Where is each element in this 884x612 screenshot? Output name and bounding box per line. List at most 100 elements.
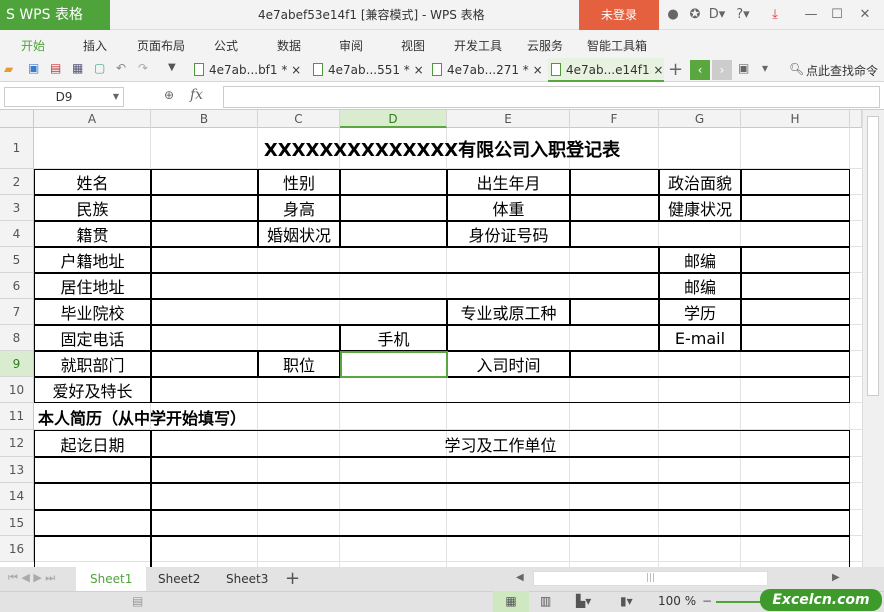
settings-icon[interactable]: ✪ bbox=[686, 6, 704, 24]
tab-scroll-left-icon[interactable]: ‹ bbox=[690, 60, 710, 80]
cell-A15[interactable] bbox=[34, 510, 151, 536]
select-all-corner[interactable] bbox=[0, 110, 34, 128]
sheet-tab-2[interactable]: Sheet2 bbox=[144, 567, 214, 591]
help-icon[interactable]: ?▾ bbox=[734, 6, 752, 24]
row-header-15[interactable]: 15 bbox=[0, 510, 34, 536]
cell-A13[interactable] bbox=[34, 457, 151, 483]
cell-B7[interactable] bbox=[151, 299, 447, 325]
cell-B4[interactable] bbox=[151, 221, 258, 247]
menu-view[interactable]: 视图 bbox=[401, 37, 425, 54]
open-icon[interactable]: ▰ bbox=[4, 62, 13, 76]
add-sheet-icon[interactable]: + bbox=[285, 568, 300, 589]
name-box[interactable]: D9 ▼ bbox=[4, 87, 124, 107]
close-icon[interactable]: ✕ bbox=[856, 6, 874, 24]
cell-gender[interactable]: 性别 bbox=[258, 169, 340, 195]
cell-email[interactable]: E-mail bbox=[659, 325, 741, 351]
cell-H2[interactable] bbox=[741, 169, 850, 195]
sheet-tab-3[interactable]: Sheet3 bbox=[212, 567, 282, 591]
vertical-scrollbar[interactable] bbox=[862, 110, 884, 567]
cell-F9[interactable] bbox=[570, 351, 850, 377]
tab-list-icon[interactable]: ▾ bbox=[762, 61, 768, 75]
row-header-8[interactable]: 8 bbox=[0, 325, 34, 351]
cell-education[interactable]: 学历 bbox=[659, 299, 741, 325]
search-icon[interactable]: 🔍︎ bbox=[789, 62, 804, 76]
column-header-B[interactable]: B bbox=[151, 110, 258, 128]
cell-H7[interactable] bbox=[741, 299, 850, 325]
save-icon[interactable]: ▣ bbox=[28, 61, 39, 75]
cell-F2[interactable] bbox=[570, 169, 659, 195]
cell-mobile[interactable]: 手机 bbox=[340, 325, 447, 351]
scroll-right-icon[interactable]: ▶ bbox=[832, 572, 840, 583]
column-header-G[interactable]: G bbox=[659, 110, 741, 128]
cell-weight[interactable]: 体重 bbox=[447, 195, 570, 221]
cell-B13[interactable] bbox=[151, 457, 850, 483]
menu-cloud[interactable]: 云服务 bbox=[527, 37, 563, 54]
cell-idno[interactable]: 身份证号码 bbox=[447, 221, 570, 247]
row-header-10[interactable]: 10 bbox=[0, 377, 34, 403]
cell-school[interactable]: 毕业院校 bbox=[34, 299, 151, 325]
row-header-2[interactable]: 2 bbox=[0, 169, 34, 195]
formula-input[interactable] bbox=[223, 86, 880, 108]
cell-native[interactable]: 籍贯 bbox=[34, 221, 151, 247]
cell-B14[interactable] bbox=[151, 483, 850, 510]
row-header-11[interactable]: 11 bbox=[0, 403, 34, 430]
cell-F7[interactable] bbox=[570, 299, 659, 325]
scroll-left-icon[interactable]: ◀ bbox=[516, 572, 524, 583]
column-header-A[interactable]: A bbox=[34, 110, 151, 128]
menu-developer[interactable]: 开发工具 bbox=[454, 37, 502, 54]
cell-period[interactable]: 起讫日期 bbox=[34, 430, 151, 457]
row-header-1[interactable]: 1 bbox=[0, 128, 34, 169]
display-icon[interactable]: ▣ bbox=[738, 61, 749, 75]
new-tab-icon[interactable]: + bbox=[668, 59, 683, 80]
menu-home[interactable]: 开始 bbox=[21, 37, 45, 54]
cell-politics[interactable]: 政治面貌 bbox=[659, 169, 741, 195]
cell-marital[interactable]: 婚姻状况 bbox=[258, 221, 340, 247]
scroll-thumb[interactable] bbox=[867, 116, 879, 396]
cell-B15[interactable] bbox=[151, 510, 850, 536]
doc-tab-4[interactable]: 4e7ab...e14f1 × bbox=[548, 58, 664, 82]
cell-residence[interactable]: 居住地址 bbox=[34, 273, 151, 299]
column-header-C[interactable]: C bbox=[258, 110, 340, 128]
customize-dropdown-icon[interactable]: ▼ bbox=[168, 62, 176, 73]
cell-D4[interactable] bbox=[340, 221, 447, 247]
cell-dept[interactable]: 就职部门 bbox=[34, 351, 151, 377]
row-header-16[interactable]: 16 bbox=[0, 536, 34, 562]
cell-B3[interactable] bbox=[151, 195, 258, 221]
macro-icon[interactable]: ▤ bbox=[132, 594, 143, 608]
zoom-formula-icon[interactable]: ⊕ bbox=[164, 88, 174, 102]
row-header-4[interactable]: 4 bbox=[0, 221, 34, 247]
sheet-tab-1[interactable]: Sheet1 bbox=[76, 567, 147, 591]
print-preview-icon[interactable]: ▢ bbox=[94, 61, 105, 75]
download-icon[interactable]: ⤓ bbox=[766, 6, 784, 24]
row-header-6[interactable]: 6 bbox=[0, 273, 34, 299]
cell-phone[interactable]: 固定电话 bbox=[34, 325, 151, 351]
cell-B6[interactable] bbox=[151, 273, 659, 299]
cell-ethnicity[interactable]: 民族 bbox=[34, 195, 151, 221]
horizontal-scrollbar[interactable]: ||| bbox=[533, 571, 768, 586]
page-layout-view-icon[interactable]: ▙▾ bbox=[576, 594, 591, 608]
menu-review[interactable]: 审阅 bbox=[339, 37, 363, 54]
redo-icon[interactable]: ↷ bbox=[138, 61, 148, 75]
selected-cell-D9[interactable] bbox=[340, 351, 448, 378]
doc-tab-3[interactable]: 4e7ab...271 * × bbox=[429, 58, 545, 82]
doc-tab-2[interactable]: 4e7ab...551 * × bbox=[310, 58, 426, 82]
cell-B9[interactable] bbox=[151, 351, 258, 377]
menu-tools[interactable]: 智能工具箱 bbox=[587, 37, 647, 54]
skin-icon[interactable]: ● bbox=[664, 6, 682, 24]
menu-page-layout[interactable]: 页面布局 bbox=[137, 37, 185, 54]
cell-hobby[interactable]: 爱好及特长 bbox=[34, 377, 151, 403]
row-header-14[interactable]: 14 bbox=[0, 483, 34, 510]
row-header-13[interactable]: 13 bbox=[0, 457, 34, 483]
cell-health[interactable]: 健康状况 bbox=[659, 195, 741, 221]
cell-B2[interactable] bbox=[151, 169, 258, 195]
cell-H6[interactable] bbox=[741, 273, 850, 299]
maximize-icon[interactable]: ☐ bbox=[828, 6, 846, 24]
cell-F4[interactable] bbox=[570, 221, 850, 247]
chevron-down-icon[interactable]: ▼ bbox=[113, 88, 119, 106]
wps-menu-button[interactable]: S WPS 表格 bbox=[0, 0, 110, 30]
row-header-12[interactable]: 12 bbox=[0, 430, 34, 457]
cell-E8[interactable] bbox=[447, 325, 659, 351]
column-header-extra[interactable] bbox=[850, 110, 862, 128]
menu-formula[interactable]: 公式 bbox=[214, 37, 238, 54]
cell-title[interactable]: XXXXXXXXXXXXXX有限公司入职登记表 bbox=[34, 128, 850, 169]
